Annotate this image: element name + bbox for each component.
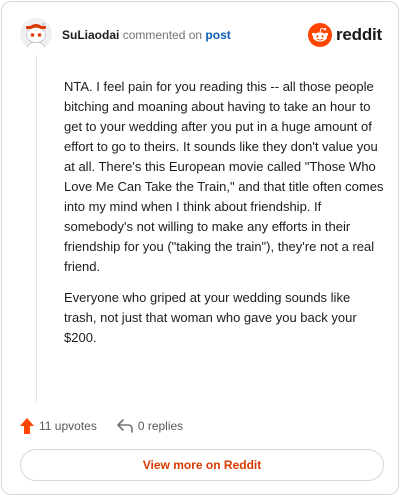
comment-embed-card: SuLiaodai commented on post reddit NTA. … xyxy=(1,1,399,495)
thread-line xyxy=(36,56,37,402)
post-link[interactable]: post xyxy=(205,28,230,42)
upvote-arrow-icon xyxy=(20,418,34,434)
comment-actions: 11 upvotes 0 replies xyxy=(20,416,183,436)
upvote-count: 11 upvotes xyxy=(39,419,97,433)
reddit-logo-icon xyxy=(307,23,332,47)
snoo-avatar-icon xyxy=(20,18,52,50)
comment-paragraph: NTA. I feel pain for you reading this --… xyxy=(64,79,384,274)
reply-arrow-icon xyxy=(117,419,133,433)
comment-paragraph: Everyone who griped at your wedding soun… xyxy=(64,290,357,345)
upvote-button[interactable]: 11 upvotes xyxy=(20,418,97,434)
view-more-button[interactable]: View more on Reddit xyxy=(20,449,384,481)
comment-meta: SuLiaodai commented on post xyxy=(62,28,231,42)
reddit-brand[interactable]: reddit xyxy=(307,22,382,48)
brand-wordmark: reddit xyxy=(335,25,382,44)
action-text: commented on xyxy=(122,28,203,42)
comment-body: NTA. I feel pain for you reading this --… xyxy=(64,77,384,348)
username-link[interactable]: SuLiaodai xyxy=(62,28,119,42)
comment-header: SuLiaodai commented on post reddit xyxy=(20,18,382,54)
reply-button[interactable]: 0 replies xyxy=(117,419,183,433)
user-avatar[interactable] xyxy=(20,18,52,50)
reply-count: 0 replies xyxy=(137,419,184,433)
